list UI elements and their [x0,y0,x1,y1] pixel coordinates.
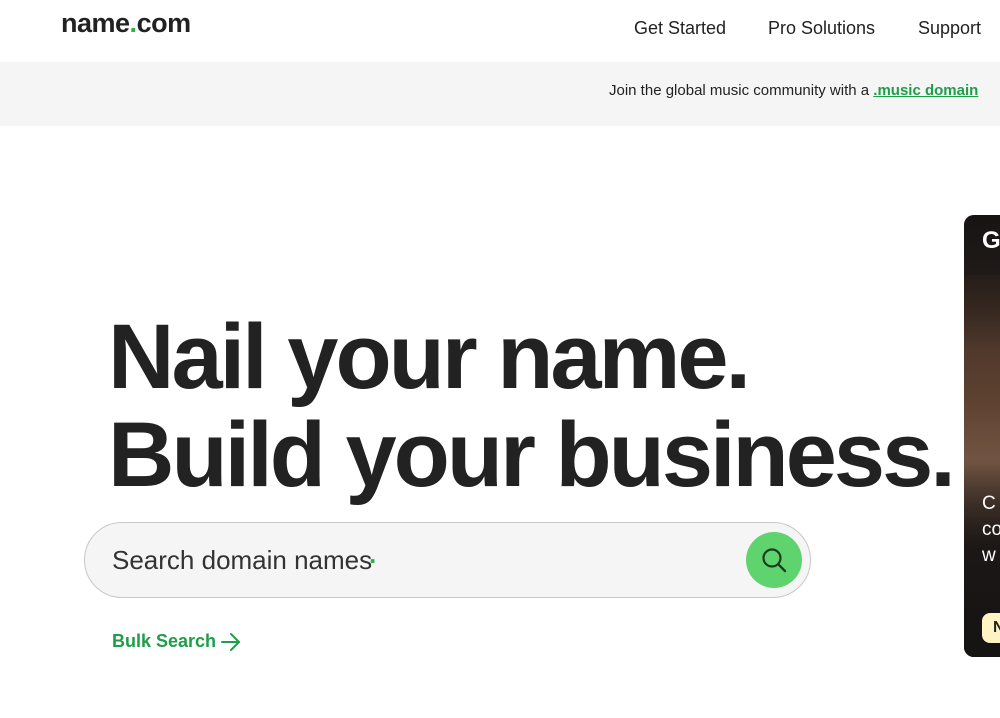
hero-headline-line-1: Nail your name. [108,306,751,408]
site-header: name.com Get Started Pro Solutions Suppo… [0,0,1000,62]
promo-banner: Join the global music community with a .… [0,62,1000,126]
promo-banner-text: Join the global music community with a .… [609,82,978,99]
promo-card-body-line: C [982,493,996,514]
hero-headline-line-2: Build your business. [108,404,956,506]
nav-support[interactable]: Support [918,18,981,39]
promo-card-button[interactable]: N [982,613,1000,643]
arrow-right-icon[interactable] [220,632,242,652]
promo-card-body-line: co [982,519,1000,540]
promo-card-title: G [982,227,1000,254]
bulk-search-link[interactable]: Bulk Search [112,631,216,652]
promo-banner-link[interactable]: .music domain [873,82,978,99]
promo-card-button-label: N [993,619,1000,636]
search-button[interactable] [746,532,802,588]
nav-get-started[interactable]: Get Started [634,18,726,39]
domain-search-input[interactable] [112,541,732,579]
promo-card-body: C co w [982,491,1000,569]
promo-card-overlay [964,215,1000,657]
nav-pro-solutions[interactable]: Pro Solutions [768,18,875,39]
search-icon [762,548,787,573]
promo-card-body-line: w [982,545,996,566]
domain-search-bar: . [84,522,811,598]
promo-card[interactable]: G C co w N [964,215,1000,657]
main-nav: Get Started Pro Solutions Support [0,18,1000,44]
promo-banner-message: Join the global music community with a [609,82,874,99]
hero-headline: Nail your name. Build your business. [108,306,956,506]
